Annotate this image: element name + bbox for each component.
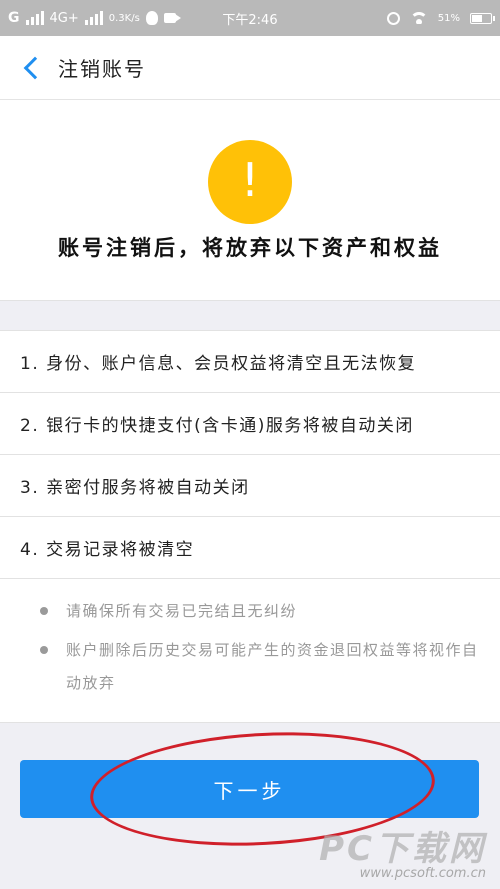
list-item: 4. 交易记录将被清空: [0, 517, 500, 579]
watermark-url: www.pcsoft.com.cn: [359, 866, 486, 881]
network-label: 4G+: [49, 10, 79, 26]
next-step-button[interactable]: 下一步: [20, 760, 479, 818]
warning-hero: ! 账号注销后，将放弃以下资产和权益: [0, 100, 500, 301]
status-right: 51%: [386, 11, 495, 25]
bullet-icon: [40, 646, 48, 654]
note-text: 账户删除后历史交易可能产生的资金退回权益等将视作自动放弃: [66, 641, 479, 692]
list-item: 2. 银行卡的快捷支付(含卡通)服务将被自动关闭: [0, 393, 500, 455]
list-item: 1. 身份、账户信息、会员权益将清空且无法恢复: [0, 331, 500, 393]
watermark-brand: PC下载网: [319, 829, 486, 869]
wifi-icon: [409, 12, 428, 24]
note-item: 请确保所有交易已完结且无纠纷: [40, 595, 484, 628]
nav-bar: 注销账号: [0, 36, 500, 100]
battery-percent: 51%: [437, 12, 460, 24]
note-text: 请确保所有交易已完结且无纠纷: [66, 602, 298, 620]
note-item: 账户删除后历史交易可能产生的资金退回权益等将视作自动放弃: [40, 634, 484, 700]
chevron-left-icon: [23, 56, 47, 79]
bullet-icon: [40, 607, 48, 615]
qq-icon: [145, 11, 158, 25]
rights-list: 1. 身份、账户信息、会员权益将清空且无法恢复 2. 银行卡的快捷支付(含卡通)…: [0, 330, 500, 723]
status-bar: G 4G+ 0.3K/s 下午2:46 51%: [0, 0, 500, 36]
alarm-icon: [386, 11, 400, 25]
network-speed: 0.3K/s: [108, 12, 140, 24]
warning-icon: !: [208, 140, 292, 224]
video-icon: [163, 13, 181, 23]
warning-title: 账号注销后，将放弃以下资产和权益: [58, 236, 442, 260]
back-button[interactable]: [8, 44, 56, 92]
status-left: G 4G+ 0.3K/s: [8, 10, 181, 26]
list-item: 3. 亲密付服务将被自动关闭: [0, 455, 500, 517]
warning-mark: !: [240, 153, 260, 207]
signal-icon: [25, 11, 44, 25]
page-title: 注销账号: [58, 57, 146, 81]
signal-icon-2: [84, 11, 103, 25]
watermark: PC下载网 www.pcsoft.com.cn: [319, 821, 486, 881]
notes-section: 请确保所有交易已完结且无纠纷 账户删除后历史交易可能产生的资金退回权益等将视作自…: [0, 579, 500, 723]
carrier-label: G: [8, 10, 20, 26]
battery-icon: [470, 12, 495, 24]
